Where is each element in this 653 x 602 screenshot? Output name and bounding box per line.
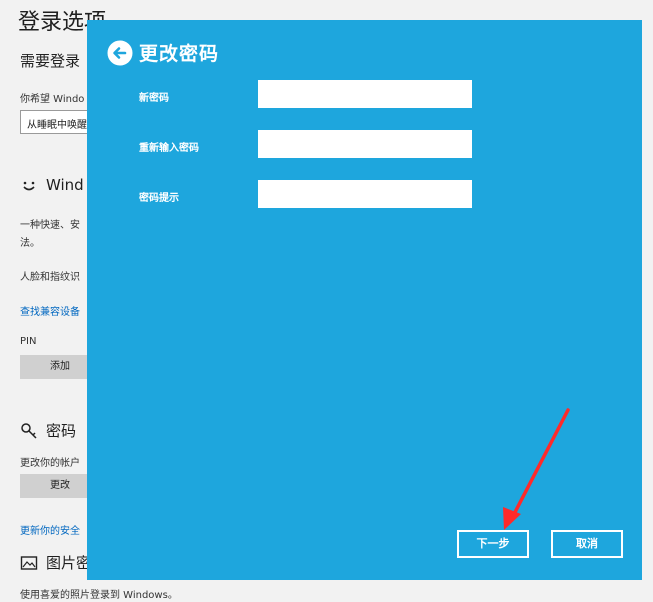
- next-button[interactable]: 下一步: [457, 530, 529, 558]
- require-signin-heading: 需要登录: [20, 52, 81, 70]
- dialog-title: 更改密码: [139, 43, 220, 65]
- new-password-label: 新密码: [139, 93, 169, 104]
- hello-desc-line1: 一种快速、安: [20, 220, 80, 231]
- find-compatible-devices-link[interactable]: 查找兼容设备: [20, 303, 80, 318]
- confirm-password-field[interactable]: [258, 130, 472, 158]
- password-hint-field[interactable]: [258, 180, 472, 208]
- picture-password-label: 图片密: [46, 554, 92, 572]
- confirm-password-label: 重新输入密码: [139, 143, 199, 154]
- face-fingerprint-text: 人脸和指纹识: [20, 272, 80, 283]
- smile-icon: [23, 181, 35, 191]
- update-security-link[interactable]: 更新你的安全: [20, 522, 80, 537]
- picture-desc-text: 使用喜爱的照片登录到 Windows。: [20, 590, 178, 601]
- password-heading-label: 密码: [46, 422, 77, 440]
- windows-hello-label: Wind: [46, 176, 84, 194]
- wake-question-text: 你希望 Windo: [20, 94, 85, 105]
- hello-desc-line2: 法。: [20, 238, 40, 249]
- new-password-field[interactable]: [258, 80, 472, 108]
- pin-label: PIN: [20, 336, 37, 347]
- key-icon: [21, 422, 37, 439]
- password-hint-label: 密码提示: [139, 193, 179, 204]
- password-desc-text: 更改你的帐户: [20, 458, 80, 469]
- cancel-button[interactable]: 取消: [551, 530, 623, 558]
- picture-icon: [20, 555, 38, 570]
- picture-password-heading: 图片密: [20, 552, 91, 573]
- change-password-dialog: 更改密码 新密码 重新输入密码 密码提示 下一步 取消: [87, 20, 642, 580]
- back-arrow-icon[interactable]: [107, 40, 133, 66]
- password-heading: 密码: [20, 420, 76, 441]
- windows-hello-heading: Wind: [20, 176, 84, 194]
